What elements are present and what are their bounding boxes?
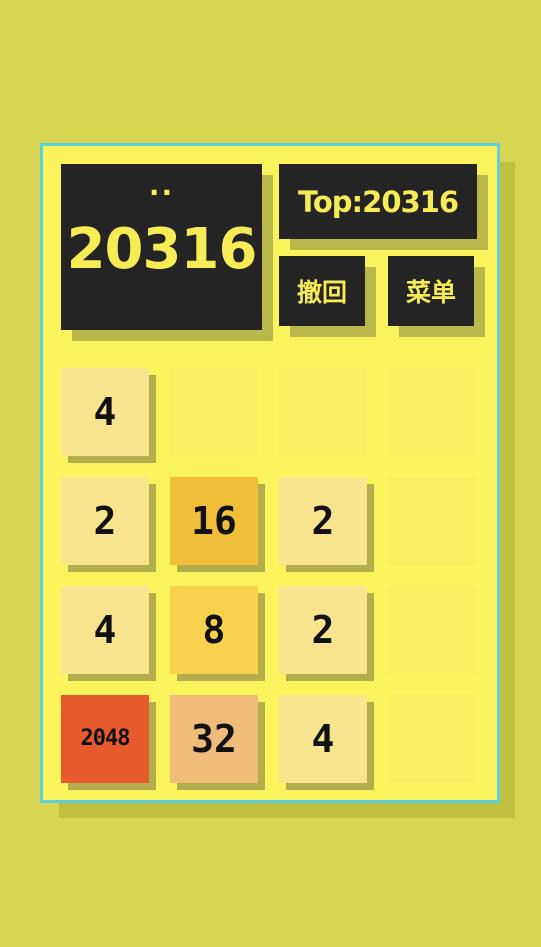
tile-value: 2 <box>311 499 335 543</box>
tile-value: 8 <box>202 608 226 652</box>
empty-cell <box>388 695 476 783</box>
tile-value: 32 <box>191 717 237 761</box>
tile: 4 <box>61 586 149 674</box>
tile-value: 4 <box>311 717 335 761</box>
tile: 4 <box>61 368 149 456</box>
tile: 2048 <box>61 695 149 783</box>
tile-value: 2 <box>311 608 335 652</box>
score-panel: .. 20316 <box>61 164 262 330</box>
tile-value: 4 <box>93 608 117 652</box>
tile-value: 4 <box>93 390 117 434</box>
tile-value: 2048 <box>80 726 131 751</box>
tile: 16 <box>170 477 258 565</box>
empty-cell <box>279 368 367 456</box>
tile: 8 <box>170 586 258 674</box>
tile: 4 <box>279 695 367 783</box>
tile: 2 <box>61 477 149 565</box>
empty-cell <box>388 586 476 674</box>
empty-cell <box>170 368 258 456</box>
tile: 2 <box>279 586 367 674</box>
tile-grid: 4 2 16 2 4 8 2 2048 32 4 <box>61 368 477 790</box>
menu-button[interactable]: 菜单 <box>388 256 474 326</box>
tile: 2 <box>279 477 367 565</box>
current-score: 20316 <box>66 217 258 282</box>
empty-cell <box>388 477 476 565</box>
top-score: Top:20316 <box>279 164 477 239</box>
empty-cell <box>388 368 476 456</box>
score-dots: .. <box>148 169 175 202</box>
tile: 32 <box>170 695 258 783</box>
tile-value: 16 <box>191 499 237 543</box>
tile-value: 2 <box>93 499 117 543</box>
undo-button[interactable]: 撤回 <box>279 256 365 326</box>
